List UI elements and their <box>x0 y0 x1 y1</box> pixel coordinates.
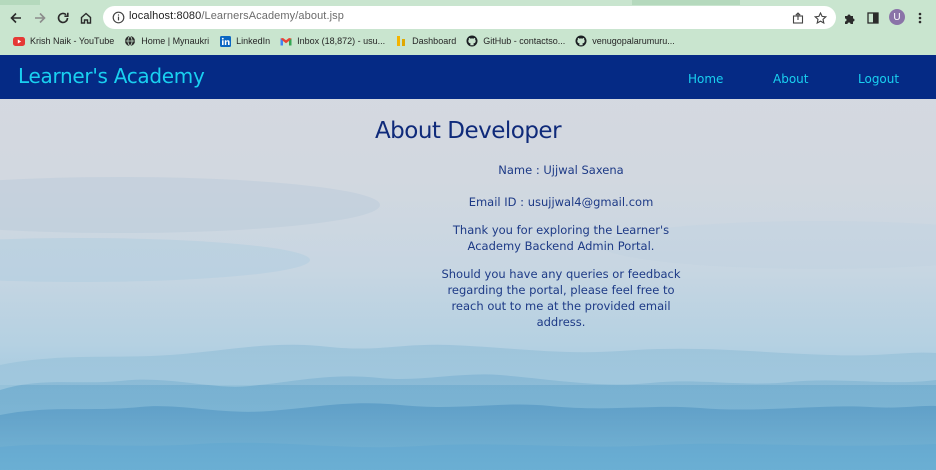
bookmark-youtube[interactable]: Krish Naik - YouTube <box>8 32 119 50</box>
nav-link-home[interactable]: Home <box>688 72 723 86</box>
home-button[interactable] <box>76 8 96 28</box>
reload-button[interactable] <box>53 8 73 28</box>
gmail-icon <box>280 35 292 47</box>
web-page: Learner's Academy Home About Logout Abou… <box>0 55 936 470</box>
url-text[interactable]: localhost:8080/LearnersAcademy/about.jsp <box>129 10 344 22</box>
back-button[interactable] <box>6 8 26 28</box>
bookmark-label: Dashboard <box>412 36 457 46</box>
globe-icon <box>124 35 136 47</box>
bookmark-label: GitHub - contactso... <box>483 36 566 46</box>
share-button[interactable] <box>791 11 805 25</box>
bookmark-gmail[interactable]: Inbox (18,872) - usu... <box>275 32 390 50</box>
back-arrow-icon <box>10 12 21 24</box>
forward-arrow-icon <box>35 12 46 24</box>
bookmark-label: venugopalarumuru... <box>592 36 675 46</box>
bookmark-github-contact[interactable]: GitHub - contactso... <box>461 32 570 50</box>
forward-button[interactable] <box>30 8 50 28</box>
extensions-button[interactable] <box>840 9 858 27</box>
youtube-icon <box>13 35 25 47</box>
star-icon <box>813 11 827 24</box>
reload-icon <box>57 12 69 24</box>
queries-paragraph: Should you have any queries or feedback … <box>441 267 681 329</box>
share-icon <box>792 12 804 24</box>
address-bar[interactable]: localhost:8080/LearnersAcademy/about.jsp <box>103 6 836 29</box>
bookmark-github-venugopal[interactable]: venugopalarumuru... <box>570 32 680 50</box>
bookmarks-bar: Krish Naik - YouTube Home | Mynaukri Lin… <box>0 31 936 51</box>
github-icon <box>575 35 587 47</box>
github-icon <box>466 35 478 47</box>
bookmark-label: Inbox (18,872) - usu... <box>297 36 386 46</box>
url-path: /LearnersAcademy/about.jsp <box>201 10 344 22</box>
home-icon <box>80 12 92 24</box>
dashboard-icon <box>395 35 407 47</box>
kebab-menu-icon <box>918 12 922 24</box>
thanks-paragraph: Thank you for exploring the Learner's Ac… <box>452 223 670 253</box>
bookmark-label: Home | Mynaukri <box>141 36 210 46</box>
site-brand-logo[interactable]: Learner's Academy <box>18 64 205 88</box>
side-panel-icon <box>867 12 879 24</box>
developer-name: Name : Ujjwal Saxena <box>498 163 624 177</box>
bookmark-label: LinkedIn <box>236 36 271 46</box>
nav-link-about[interactable]: About <box>773 72 808 86</box>
nav-link-logout[interactable]: Logout <box>858 72 899 86</box>
bookmark-linkedin[interactable]: LinkedIn <box>214 32 275 50</box>
browser-chrome: localhost:8080/LearnersAcademy/about.jsp… <box>0 0 936 55</box>
page-title: About Developer <box>374 118 562 144</box>
site-navbar: Learner's Academy Home About Logout <box>0 55 936 99</box>
developer-email: Email ID : usujjwal4@gmail.com <box>468 195 654 209</box>
browser-toolbar: localhost:8080/LearnersAcademy/about.jsp… <box>0 5 936 31</box>
profile-avatar[interactable]: U <box>889 9 905 25</box>
bookmark-label: Krish Naik - YouTube <box>30 36 115 46</box>
bookmark-star-button[interactable] <box>813 11 827 25</box>
side-panel-button[interactable] <box>864 9 882 27</box>
puzzle-icon <box>844 14 854 24</box>
linkedin-icon <box>219 35 231 47</box>
url-host: localhost:8080 <box>129 10 202 22</box>
site-info-icon[interactable] <box>112 11 125 24</box>
browser-menu-button[interactable] <box>911 9 929 27</box>
bookmark-mynaukri[interactable]: Home | Mynaukri <box>119 32 214 50</box>
bookmark-dashboard[interactable]: Dashboard <box>390 32 461 50</box>
